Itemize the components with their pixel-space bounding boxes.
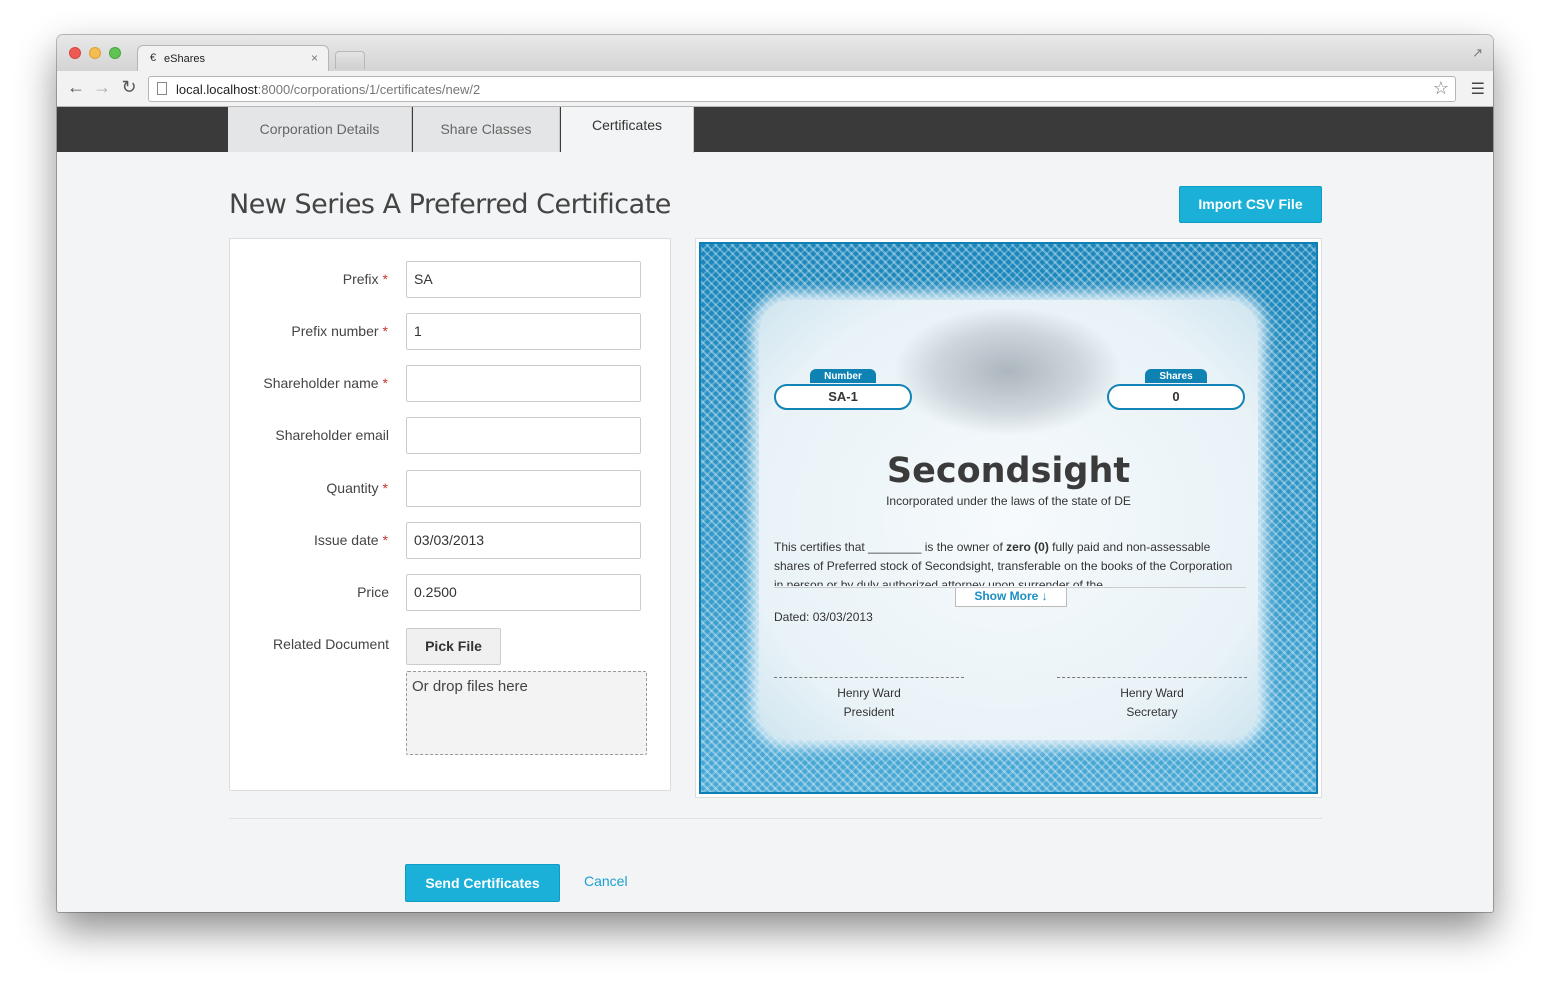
certificate-number-badge: Number SA-1 bbox=[774, 366, 912, 410]
title-bar: € eShares × ↗ bbox=[57, 35, 1493, 71]
eagle-seal-image bbox=[893, 306, 1123, 436]
drop-zone-text: Or drop files here bbox=[412, 678, 528, 695]
signature-president: Henry Ward President bbox=[774, 677, 964, 722]
new-tab-button[interactable] bbox=[335, 51, 365, 69]
required-marker: * bbox=[382, 271, 388, 287]
browser-toolbar: ← → ↻ local.localhost:8000/corporations/… bbox=[57, 71, 1493, 107]
prefix-input[interactable]: SA bbox=[406, 261, 641, 298]
tab-corporation-details[interactable]: Corporation Details bbox=[228, 107, 412, 152]
cancel-link[interactable]: Cancel bbox=[584, 873, 628, 889]
page-title: New Series A Preferred Certificate bbox=[229, 189, 671, 220]
shareholder-email-input[interactable] bbox=[406, 417, 641, 454]
certificate-shares-badge: Shares 0 bbox=[1107, 366, 1245, 410]
pick-file-button[interactable]: Pick File bbox=[406, 628, 501, 665]
url-text: local.localhost:8000/corporations/1/cert… bbox=[176, 82, 481, 97]
price-input[interactable]: 0.2500 bbox=[406, 574, 641, 611]
browser-tab[interactable]: € eShares × bbox=[137, 45, 329, 71]
certificate-frame: Number SA-1 Shares 0 Secondsight Incorpo… bbox=[699, 242, 1318, 794]
required-marker: * bbox=[382, 480, 388, 496]
browser-window: € eShares × ↗ ← → ↻ local.localhost:8000… bbox=[57, 35, 1493, 912]
tab-certificates[interactable]: Certificates bbox=[561, 107, 694, 153]
signer-title: Secretary bbox=[1126, 705, 1178, 719]
minimize-window-button[interactable] bbox=[89, 47, 101, 59]
maximize-window-button[interactable] bbox=[109, 47, 121, 59]
shareholder-name-input[interactable] bbox=[406, 365, 641, 402]
prefix-label: Prefix * bbox=[342, 271, 388, 287]
show-more-button[interactable]: Show More ↓ bbox=[955, 588, 1067, 607]
bookmark-star-icon[interactable]: ☆ bbox=[1433, 78, 1449, 99]
signature-secretary: Henry Ward Secretary bbox=[1057, 677, 1247, 722]
file-drop-zone[interactable]: Or drop files here bbox=[406, 671, 647, 755]
fullscreen-icon[interactable]: ↗ bbox=[1472, 45, 1483, 61]
required-marker: * bbox=[382, 532, 388, 548]
required-marker: * bbox=[382, 323, 388, 339]
send-certificates-button[interactable]: Send Certificates bbox=[405, 864, 560, 902]
prefix-number-label: Prefix number * bbox=[291, 323, 388, 339]
company-name: Secondsight bbox=[886, 451, 1131, 491]
certificate-body-text: This certifies that ________ is the owne… bbox=[774, 540, 1233, 586]
page-icon bbox=[157, 82, 167, 95]
shareholder-email-label: Shareholder email bbox=[275, 427, 389, 443]
related-document-label: Related Document bbox=[273, 636, 389, 652]
hamburger-menu-icon[interactable]: ☰ bbox=[1471, 79, 1485, 99]
certificate-form: Prefix * SA Prefix number * 1 Shareholder … bbox=[229, 238, 671, 791]
address-bar[interactable]: local.localhost:8000/corporations/1/cert… bbox=[148, 76, 1456, 102]
app-header: Corporation Details Share Classes Certif… bbox=[57, 107, 1493, 153]
incorporation-text: Incorporated under the laws of the state… bbox=[886, 494, 1131, 508]
required-marker: * bbox=[382, 375, 388, 391]
quantity-label: Quantity * bbox=[326, 480, 388, 496]
number-label: Number bbox=[810, 369, 876, 383]
prefix-number-input[interactable]: 1 bbox=[406, 313, 641, 350]
issue-date-input[interactable]: 03/03/2013 bbox=[406, 522, 641, 559]
issue-date-label: Issue date * bbox=[313, 532, 388, 548]
number-value: SA-1 bbox=[774, 384, 912, 410]
shareholder-name-label: Shareholder name * bbox=[263, 375, 388, 391]
price-label: Price bbox=[357, 584, 389, 600]
browser-tab-title: eShares bbox=[164, 53, 205, 65]
back-arrow-icon[interactable]: ← bbox=[65, 77, 87, 98]
reload-icon[interactable]: ↻ bbox=[118, 77, 140, 98]
close-window-button[interactable] bbox=[69, 47, 81, 59]
shares-label: Shares bbox=[1145, 369, 1207, 383]
signer-name: Henry Ward bbox=[1120, 686, 1184, 700]
quantity-input[interactable] bbox=[406, 470, 641, 507]
dated-text: Dated: 03/03/2013 bbox=[774, 610, 873, 624]
certificate-preview: Number SA-1 Shares 0 Secondsight Incorpo… bbox=[695, 238, 1322, 798]
signer-name: Henry Ward bbox=[837, 686, 901, 700]
shares-value: 0 bbox=[1107, 384, 1245, 410]
close-tab-icon[interactable]: × bbox=[311, 51, 318, 65]
forward-arrow-icon[interactable]: → bbox=[91, 77, 113, 98]
signer-title: President bbox=[843, 705, 895, 719]
footer-divider bbox=[229, 818, 1322, 819]
favicon-icon: € bbox=[150, 52, 157, 64]
import-csv-button[interactable]: Import CSV File bbox=[1179, 186, 1322, 223]
tab-share-classes[interactable]: Share Classes bbox=[413, 107, 560, 152]
